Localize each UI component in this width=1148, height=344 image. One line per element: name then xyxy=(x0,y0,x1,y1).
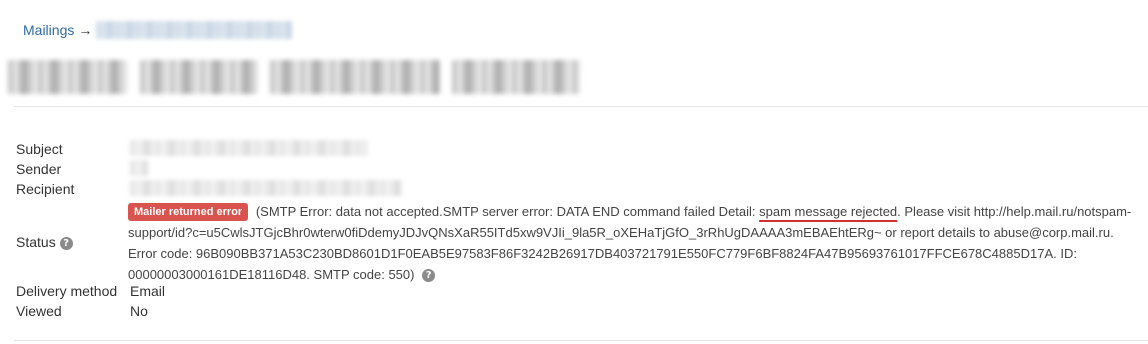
breadcrumb-current-redacted[interactable] xyxy=(96,21,293,39)
recipient-value-redacted xyxy=(130,180,402,201)
redacted-text xyxy=(130,160,148,176)
help-icon[interactable]: ? xyxy=(59,236,73,250)
delivery-method-label: Delivery method xyxy=(16,283,118,299)
page-title-redacted xyxy=(8,60,580,96)
sender-label: Sender xyxy=(16,161,62,177)
status-message-highlight: spam message rejected xyxy=(759,204,898,219)
viewed-label: Viewed xyxy=(16,303,62,319)
title-redacted-segment xyxy=(270,60,440,94)
status-badge: Mailer returned error xyxy=(128,203,249,221)
title-redacted-segment xyxy=(8,60,128,94)
sender-value-redacted xyxy=(130,160,148,181)
viewed-value: No xyxy=(130,303,148,319)
breadcrumb-mailings-link[interactable]: Mailings xyxy=(23,20,74,40)
title-redacted-segment xyxy=(140,60,258,94)
redacted-text xyxy=(130,140,368,156)
title-redacted-segment xyxy=(452,60,580,94)
status-label-text: Status xyxy=(16,234,56,250)
header-divider xyxy=(14,106,1148,107)
delivery-method-value: Email xyxy=(130,283,166,299)
status-message-before: (SMTP Error: data not accepted.SMTP serv… xyxy=(252,204,760,219)
footer-divider xyxy=(14,340,1148,341)
status-label: Status? xyxy=(16,232,73,252)
breadcrumb-separator: → xyxy=(78,22,93,38)
recipient-label: Recipient xyxy=(16,181,75,197)
subject-label: Subject xyxy=(16,141,63,157)
redacted-text xyxy=(130,180,402,196)
subject-value-redacted xyxy=(130,140,368,161)
breadcrumb: Mailings → xyxy=(23,20,293,40)
status-message: Mailer returned error (SMTP Error: data … xyxy=(128,201,1138,285)
help-icon[interactable]: ? xyxy=(422,269,436,283)
